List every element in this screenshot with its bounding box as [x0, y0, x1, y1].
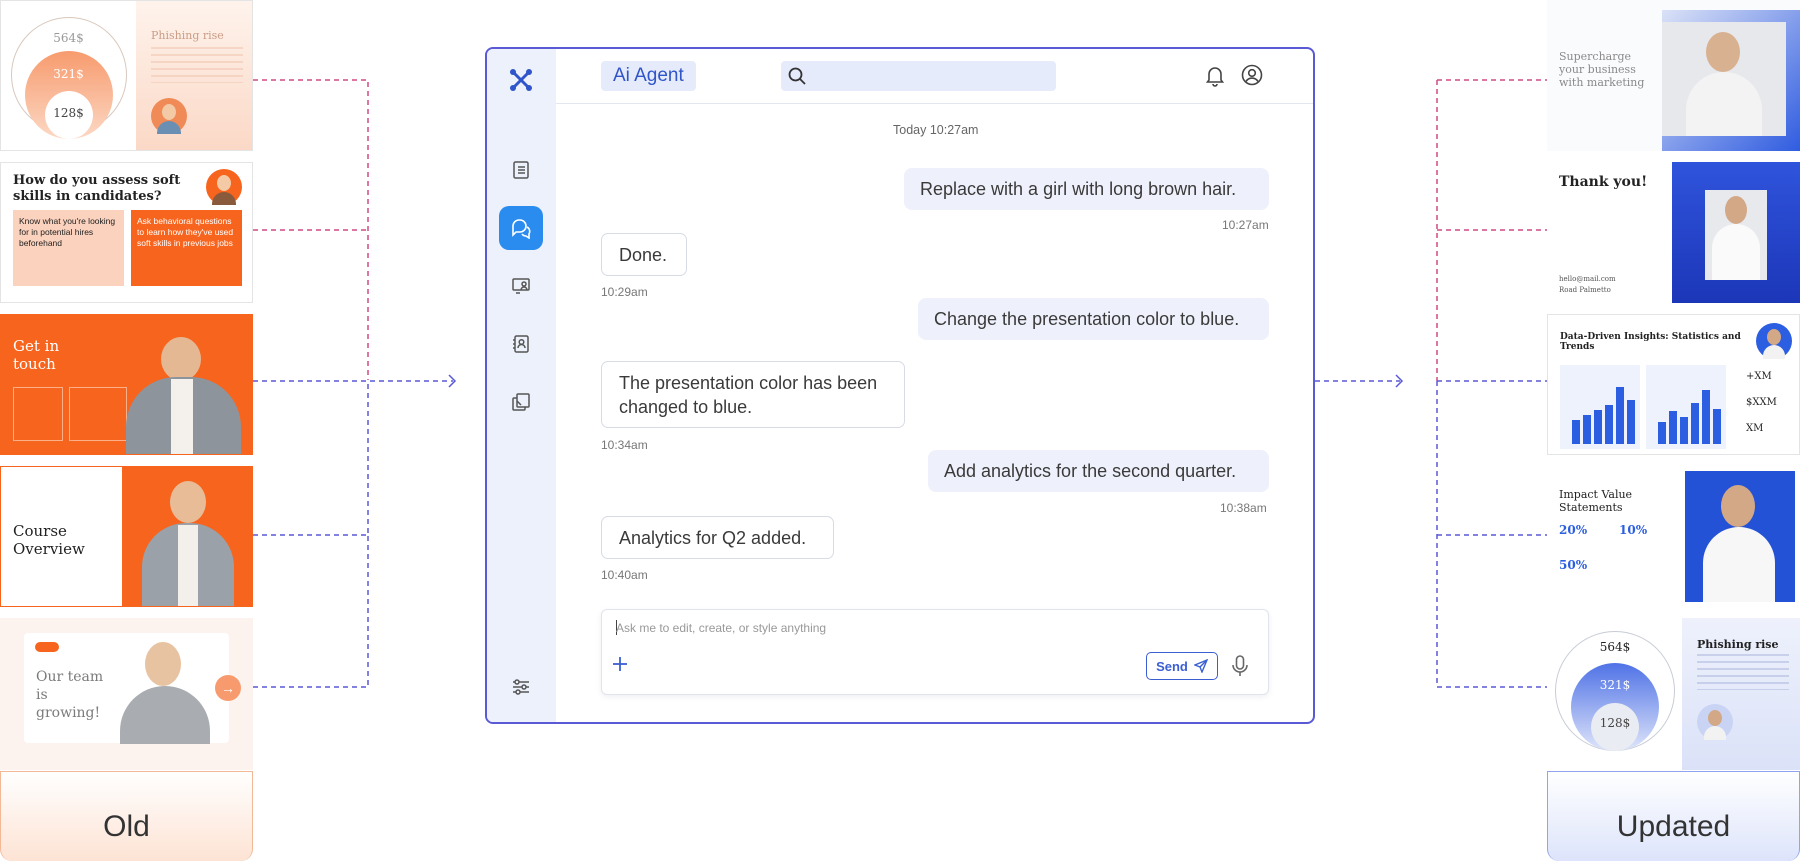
old-slide-contact[interactable]: Get in touch	[0, 314, 253, 455]
badge	[35, 642, 59, 652]
contact-title: Get in touch	[13, 337, 60, 373]
logo-icon[interactable]	[499, 58, 543, 102]
message-time: 10:40am	[601, 568, 648, 582]
avatar	[151, 98, 187, 134]
app-title: Ai Agent	[601, 61, 696, 91]
message-time: 10:29am	[601, 285, 648, 299]
soft-skills-card-2: Ask behavioral questions to learn how th…	[131, 210, 242, 286]
phishing-title: Phishing rise	[1697, 638, 1779, 651]
arrow-right-icon[interactable]: →	[215, 675, 241, 701]
value-564: 564$	[1599, 640, 1631, 654]
right-connectors	[1315, 79, 1547, 688]
message-time: 10:38am	[1220, 501, 1267, 515]
message-user: Add analytics for the second quarter.	[928, 450, 1269, 492]
updated-slide-impact[interactable]: Impact Value Statements 20% 10% 50%	[1547, 466, 1800, 607]
thanks-email: hello@mail.com	[1559, 275, 1616, 283]
updated-slide-thanks[interactable]: Thank you! hello@mail.com Road Palmetto	[1547, 162, 1800, 303]
top-bar: Ai Agent	[556, 49, 1313, 104]
stat-1: +XM	[1746, 371, 1772, 382]
presentation-icon[interactable]	[499, 264, 543, 308]
impact-stat-2: 10%	[1619, 523, 1648, 537]
search-icon	[788, 67, 806, 85]
send-label: Send	[1156, 658, 1188, 674]
course-title: Course Overview	[13, 522, 85, 558]
value-564: 564$	[53, 31, 84, 45]
team-title: Our team is growing!	[36, 669, 104, 721]
impact-stat-1: 20%	[1559, 523, 1588, 537]
soft-skills-card-1: Know what you're looking for in potentia…	[13, 210, 124, 286]
impact-title: Impact Value Statements	[1559, 488, 1633, 514]
old-label: Old	[0, 771, 253, 861]
body-text-lines	[1697, 654, 1789, 690]
left-connectors	[253, 79, 457, 688]
message-time: 10:34am	[601, 438, 648, 452]
updated-slide-marketing[interactable]: Supercharge your business with marketing	[1547, 0, 1800, 151]
message-input[interactable]	[616, 618, 1116, 638]
search-box[interactable]	[781, 61, 1056, 91]
contact-box	[69, 387, 127, 441]
user-icon[interactable]	[1240, 63, 1264, 87]
old-slide-phishing[interactable]: 564$ 321$ 128$ Phishing rise	[0, 0, 253, 151]
avatar	[1756, 323, 1792, 359]
thanks-address: Road Palmetto	[1559, 286, 1611, 294]
value-128: 128$	[1599, 716, 1631, 730]
marketing-photo	[1662, 22, 1786, 136]
updated-slide-analytics[interactable]: Data-Driven Insights: Statistics and Tre…	[1547, 314, 1800, 455]
message-user: Replace with a girl with long brown hair…	[904, 168, 1269, 210]
chat-icon[interactable]	[499, 206, 543, 250]
send-button[interactable]: Send	[1146, 652, 1218, 680]
thanks-title: Thank you!	[1559, 174, 1648, 190]
phishing-title: Phishing rise	[151, 29, 224, 42]
soft-skills-question: How do you assess soft skills in candida…	[13, 173, 181, 204]
message-time: 10:27am	[1222, 218, 1269, 232]
body-text-lines	[151, 47, 243, 83]
old-slide-team[interactable]: Our team is growing! →	[0, 618, 253, 770]
contacts-icon[interactable]	[499, 322, 543, 366]
old-slide-course[interactable]: Course Overview	[0, 466, 253, 607]
analytics-charts	[1560, 365, 1726, 449]
avatar	[206, 169, 242, 205]
value-321: 321$	[53, 67, 84, 81]
sidebar-rail	[487, 49, 556, 722]
value-321: 321$	[1599, 678, 1631, 692]
plus-icon[interactable]	[612, 656, 628, 672]
settings-sliders-icon[interactable]	[499, 665, 543, 709]
updated-label: Updated	[1547, 771, 1800, 861]
document-icon[interactable]	[499, 148, 543, 192]
date-header: Today 10:27am	[893, 123, 979, 137]
analytics-title: Data-Driven Insights: Statistics and Tre…	[1560, 332, 1741, 352]
message-bot: The presentation color has been changed …	[601, 361, 905, 428]
message-bot: Analytics for Q2 added.	[601, 516, 834, 559]
marketing-title: Supercharge your business with marketing	[1559, 50, 1645, 89]
contact-box	[13, 387, 63, 441]
bell-icon[interactable]	[1203, 63, 1227, 87]
impact-stat-3: 50%	[1559, 558, 1588, 572]
thanks-photo	[1672, 162, 1800, 303]
person-head	[161, 337, 201, 381]
search-input[interactable]	[813, 65, 1043, 87]
microphone-icon[interactable]	[1230, 654, 1250, 678]
impact-photo	[1685, 471, 1795, 602]
pages-icon[interactable]	[499, 380, 543, 424]
stat-3: XM	[1746, 423, 1764, 434]
updated-slide-phishing[interactable]: 564$ 321$ 128$ Phishing rise	[1547, 618, 1800, 770]
message-user: Change the presentation color to blue.	[918, 298, 1269, 340]
send-icon	[1193, 659, 1208, 673]
stat-2: $XXM	[1746, 397, 1777, 408]
old-slide-soft-skills[interactable]: How do you assess soft skills in candida…	[0, 162, 253, 303]
course-image	[122, 467, 252, 606]
avatar	[1697, 704, 1733, 740]
message-bot: Done.	[601, 233, 687, 276]
value-128: 128$	[53, 106, 84, 120]
composer: Send	[601, 609, 1269, 695]
ai-agent-window: Ai Agent Today 10:27am Replace with a gi…	[485, 47, 1315, 724]
